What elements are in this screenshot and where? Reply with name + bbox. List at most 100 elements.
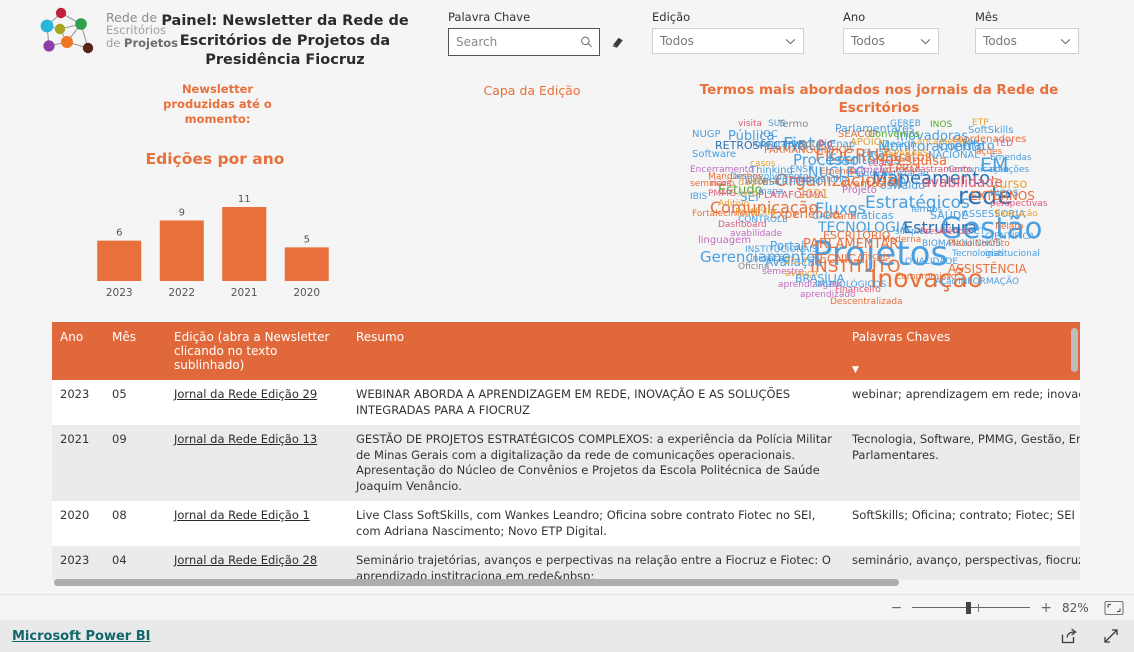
powerbi-brand-link[interactable]: Microsoft Power BI (12, 629, 150, 644)
fullscreen-icon[interactable] (1102, 627, 1120, 645)
table-row[interactable]: 2020 08 Jornal da Rede Edição 1 Live Class … (52, 501, 1080, 547)
wordcloud-word[interactable]: SAES (905, 150, 928, 159)
wordcloud-word[interactable]: webinar (745, 178, 781, 187)
sort-descending-icon[interactable]: ▼ (852, 365, 859, 375)
dropdown-mes[interactable]: Todos (975, 28, 1079, 54)
wordcloud-word[interactable]: Projeto (842, 186, 877, 196)
edicao-link[interactable]: Jornal da Rede Edição 13 (174, 432, 317, 446)
bar-2022[interactable] (159, 220, 204, 281)
wordcloud-visual[interactable]: Projetos Gestão Inovação rede Estratégicos Ma… (690, 118, 1068, 308)
wordcloud-word[interactable]: DA (890, 176, 907, 188)
wordcloud-word[interactable]: Encerramento (690, 166, 754, 175)
wordcloud-word[interactable]: Software (692, 150, 736, 160)
table-row[interactable]: 2023 04 Jornal da Rede Edição 28 Seminário … (52, 546, 1080, 580)
wordcloud-word[interactable]: INOS (930, 121, 952, 130)
wordcloud-word[interactable]: Termos (910, 206, 942, 215)
table-horizontal-scrollbar[interactable] (52, 578, 1080, 588)
wordcloud-word[interactable]: perspectivas (990, 200, 1047, 209)
wordcloud-word[interactable]: Conflito (975, 240, 1010, 249)
wordcloud-word[interactable]: IOC (760, 130, 778, 140)
wordcloud-word[interactable]: avanço (785, 270, 818, 279)
wordcloud-word[interactable]: GEREB (890, 120, 921, 129)
wordcloud-word[interactable]: Carta (832, 213, 857, 222)
wordcloud-word[interactable]: mapa (758, 188, 784, 197)
wordcloud-word[interactable]: Oficina (738, 263, 769, 272)
wordcloud-word[interactable]: ricos (710, 180, 731, 189)
edicao-link[interactable]: Jornal da Rede Edição 29 (174, 387, 317, 401)
wordcloud-word[interactable]: ações (976, 148, 1002, 157)
wordcloud-word[interactable]: Fortalecimento (692, 210, 760, 219)
newsletter-table[interactable]: Ano Mês Edição (abra a Newsletter clican… (52, 322, 1080, 580)
wordcloud-word[interactable]: Aditivo (718, 200, 749, 209)
column-header-edicao[interactable]: Edição (abra a Newsletter clicando no te… (166, 322, 348, 380)
wordcloud-word[interactable]: IBIS (690, 193, 707, 202)
wordcloud-word[interactable]: TÉCNICA (812, 253, 864, 265)
table-horizontal-scroll-thumb[interactable] (54, 579, 899, 586)
wordcloud-word[interactable]: ESCRITÓRIO (823, 230, 890, 241)
zoom-out-button[interactable]: − (891, 600, 903, 616)
wordcloud-word[interactable]: IMUNOLÓGICOS (815, 281, 886, 290)
column-header-palavras[interactable]: Palavras Chaves ▼ (844, 322, 1080, 380)
column-header-resumo[interactable]: Resumo (348, 322, 844, 380)
wordcloud-word[interactable]: livro (738, 190, 757, 199)
clear-filter-button[interactable] (608, 32, 628, 52)
cell-edicao[interactable]: Jornal da Rede Edição 28 (166, 546, 348, 580)
dropdown-ano[interactable]: Todos (843, 28, 939, 54)
bar-chart[interactable]: 6 2023 9 2022 11 2021 5 2020 (88, 185, 338, 305)
wordcloud-word[interactable]: Compromisso (895, 273, 956, 282)
wordcloud-word[interactable]: SUS (768, 120, 786, 129)
zoom-in-button[interactable]: + (1040, 600, 1052, 616)
wordcloud-word[interactable]: GEPRO (880, 163, 918, 174)
column-header-ano[interactable]: Ano (52, 322, 104, 380)
cell-edicao[interactable]: Jornal da Rede Edição 29 (166, 380, 348, 426)
footer-actions (1060, 627, 1120, 645)
bar-2021[interactable] (222, 207, 267, 281)
edicao-link[interactable]: Jornal da Rede Edição 28 (174, 553, 317, 567)
table-vertical-scroll-thumb[interactable] (1071, 328, 1078, 372)
wordcloud-word[interactable]: GAB (812, 213, 831, 222)
wordcloud-word[interactable]: 2017 (785, 258, 808, 267)
search-input-wrapper[interactable] (448, 28, 600, 56)
wordcloud-word[interactable]: aprendizado (800, 291, 856, 300)
table-row[interactable]: 2021 09 Jornal da Rede Edição 13 GESTÃO DE … (52, 425, 1080, 502)
wordcloud-word[interactable]: Execução (995, 210, 1038, 219)
wordcloud-word[interactable]: 2021 (798, 188, 829, 200)
table-vertical-scrollbar[interactable] (1071, 324, 1078, 578)
wordcloud-word[interactable]: NUGP (692, 130, 721, 140)
cell-edicao[interactable]: Jornal da Rede Edição 13 (166, 425, 348, 502)
wordcloud-word[interactable]: NACIONAL (928, 151, 980, 161)
wordcloud-word[interactable]: casos (750, 160, 775, 169)
wordcloud-word[interactable]: Lançamento (912, 138, 968, 147)
bar-2023[interactable] (97, 240, 142, 281)
wordcloud-word[interactable]: APOIO (850, 138, 882, 148)
wordcloud-word[interactable]: INCQS (990, 190, 1018, 199)
wordcloud-word[interactable]: Plano (948, 240, 973, 249)
wordcloud-word[interactable]: fiscais (862, 253, 890, 262)
share-icon[interactable] (1060, 627, 1078, 645)
cell-edicao[interactable]: Jornal da Rede Edição 1 (166, 501, 348, 547)
wordcloud-word[interactable]: Moderna (882, 236, 921, 245)
dropdown-edicao[interactable]: Todos (652, 28, 804, 54)
fit-to-screen-icon[interactable] (1104, 600, 1124, 616)
table-row[interactable]: 2023 05 Jornal da Rede Edição 29 WEBINAR AB… (52, 380, 1080, 426)
wordcloud-word[interactable]: ICICT (962, 228, 985, 237)
wordcloud-word[interactable]: Tecnologias (952, 250, 1004, 259)
wordcloud-word[interactable]: PMMG (708, 190, 736, 199)
wordcloud-word[interactable]: ETP (972, 119, 989, 128)
wordcloud-word[interactable]: visita (738, 120, 762, 129)
zoom-slider-handle[interactable] (966, 601, 972, 614)
wordcloud-word[interactable]: Iniciação (750, 255, 790, 264)
wordcloud-word[interactable]: ENSP (790, 166, 814, 175)
bar-2020[interactable] (284, 247, 329, 281)
column-header-mes[interactable]: Mês (104, 322, 166, 380)
edicao-link[interactable]: Jornal da Rede Edição 1 (174, 508, 310, 522)
wordcloud-word[interactable]: cruz (790, 176, 809, 185)
wordcloud-word[interactable]: INFORMAÇÃO (958, 278, 1019, 287)
search-input[interactable] (449, 29, 599, 55)
wordcloud-word[interactable]: avabilidade (730, 230, 782, 239)
wordcloud-word[interactable]: QUALIDADE (905, 258, 958, 267)
zoom-slider[interactable] (912, 601, 1031, 615)
wordcloud-word[interactable]: ASSISTÊNCIA (948, 263, 1027, 275)
wordcloud-word[interactable]: Relato (995, 223, 1023, 232)
filter-ano: Ano Todos (843, 10, 939, 54)
